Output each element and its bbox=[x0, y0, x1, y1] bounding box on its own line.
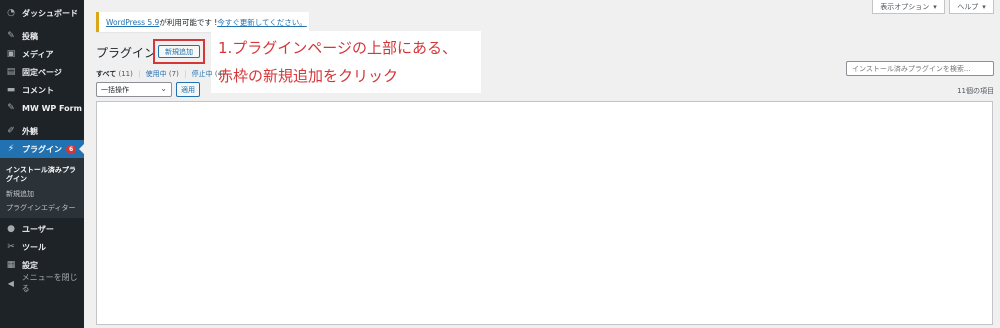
sidebar-item-posts[interactable]: ✎ 投稿 bbox=[0, 27, 84, 45]
update-notice: WordPress 5.9 が利用可能です ! 今すぐ更新してください。 bbox=[96, 12, 309, 32]
sidebar-item-appearance[interactable]: ✐ 外観 bbox=[0, 122, 84, 140]
filter-separator: | bbox=[138, 70, 141, 78]
plugins-submenu: インストール済みプラグイン 新規追加 プラグインエディター bbox=[0, 158, 84, 218]
sidebar-item-label: ユーザー bbox=[22, 224, 54, 234]
chevron-down-icon: ▾ bbox=[982, 2, 986, 11]
apply-button[interactable]: 適用 bbox=[176, 82, 200, 97]
highlight-frame: 新規追加 bbox=[153, 39, 205, 64]
user-icon: ● bbox=[7, 224, 15, 234]
page-title: プラグイン bbox=[96, 46, 157, 60]
plugins-list-table bbox=[96, 101, 993, 325]
sidebar-item-label: 投稿 bbox=[22, 31, 38, 41]
sidebar-item-dashboard[interactable]: ◔ ダッシュボード bbox=[0, 4, 84, 22]
help-label: ヘルプ bbox=[957, 2, 979, 11]
filter-inactive[interactable]: 停止中 bbox=[192, 70, 213, 78]
sidebar-item-media[interactable]: ▣ メディア bbox=[0, 45, 84, 63]
plugin-search-input[interactable] bbox=[846, 61, 994, 76]
status-filters: すべて (11) | 使用中 (7) | 停止中 (4) bbox=[96, 69, 225, 79]
filter-inactive-count: (4) bbox=[214, 70, 225, 78]
active-menu-arrow bbox=[79, 144, 84, 154]
sidebar-item-mw-wp-form[interactable]: ✎ MW WP Form bbox=[0, 99, 84, 117]
add-new-button[interactable]: 新規追加 bbox=[158, 45, 200, 58]
sidebar-item-label: ダッシュボード bbox=[22, 8, 78, 18]
update-now-link[interactable]: 今すぐ更新してください。 bbox=[217, 17, 307, 28]
collapse-menu-button[interactable]: ◀ メニューを閉じる bbox=[0, 273, 84, 293]
annotation-callout: 1.プラグインページの上部にある、 赤枠の新規追加をクリック bbox=[211, 31, 481, 93]
chevron-down-icon: ▾ bbox=[933, 2, 937, 11]
media-icon: ▣ bbox=[6, 49, 16, 59]
wordpress-version-link[interactable]: WordPress 5.9 bbox=[106, 18, 159, 27]
notice-text: が利用可能です ! bbox=[159, 17, 218, 27]
sidebar-item-label: ツール bbox=[22, 242, 46, 252]
collapse-icon: ◀ bbox=[7, 278, 14, 288]
screen-options-label: 表示オプション bbox=[880, 2, 930, 11]
chevron-down-icon: ⌄ bbox=[160, 84, 167, 93]
tools-icon: ✂ bbox=[7, 242, 15, 252]
sidebar-item-plugins[interactable]: ⚡ プラグイン 6 bbox=[0, 140, 84, 158]
update-count-badge: 6 bbox=[66, 144, 77, 154]
settings-icon: ▦ bbox=[6, 260, 16, 270]
comment-icon: ▬ bbox=[6, 85, 16, 95]
page-icon: ▤ bbox=[6, 67, 16, 77]
sidebar-item-tools[interactable]: ✂ ツール bbox=[0, 238, 84, 256]
help-tab[interactable]: ヘルプ ▾ bbox=[949, 0, 994, 14]
sidebar-item-label: 設定 bbox=[22, 260, 38, 270]
filter-all-count: (11) bbox=[118, 70, 133, 78]
filter-active-count: (7) bbox=[168, 70, 179, 78]
filter-active[interactable]: 使用中 bbox=[146, 70, 167, 78]
submenu-item-installed-plugins[interactable]: インストール済みプラグイン bbox=[6, 166, 80, 184]
dashboard-icon: ◔ bbox=[7, 8, 15, 18]
admin-sidebar: ◔ ダッシュボード ✎ 投稿 ▣ メディア ▤ 固定ページ ▬ コメント ✎ M… bbox=[0, 0, 84, 328]
submenu-item-add-new[interactable]: 新規追加 bbox=[6, 190, 80, 199]
pin-icon: ✎ bbox=[7, 31, 15, 41]
collapse-menu-label: メニューを閉じる bbox=[21, 273, 78, 293]
submenu-item-plugin-editor[interactable]: プラグインエディター bbox=[6, 204, 80, 213]
filter-separator: | bbox=[184, 70, 187, 78]
sidebar-item-label: MW WP Form bbox=[22, 103, 82, 113]
sidebar-item-comments[interactable]: ▬ コメント bbox=[0, 81, 84, 99]
sidebar-item-label: 外観 bbox=[22, 126, 38, 136]
appearance-icon: ✐ bbox=[7, 126, 15, 136]
bulk-action-select[interactable]: 一括操作 ⌄ bbox=[96, 82, 172, 97]
sidebar-item-label: メディア bbox=[22, 49, 54, 59]
plugin-icon: ⚡ bbox=[7, 144, 15, 154]
annotation-line-1: 1.プラグインページの上部にある、 bbox=[218, 39, 458, 57]
sidebar-item-label: コメント bbox=[22, 85, 54, 95]
bulk-action-selected: 一括操作 bbox=[101, 85, 129, 94]
pin-icon: ✎ bbox=[7, 103, 15, 113]
filter-all[interactable]: すべて bbox=[96, 70, 116, 78]
sidebar-item-label: プラグイン bbox=[22, 144, 62, 154]
item-count: 11個の項目 bbox=[957, 87, 994, 95]
screen-options-tab[interactable]: 表示オプション ▾ bbox=[872, 0, 945, 14]
sidebar-item-users[interactable]: ● ユーザー bbox=[0, 220, 84, 238]
annotation-line-2: 赤枠の新規追加をクリック bbox=[218, 67, 399, 85]
sidebar-item-pages[interactable]: ▤ 固定ページ bbox=[0, 63, 84, 81]
sidebar-item-label: 固定ページ bbox=[22, 67, 62, 77]
